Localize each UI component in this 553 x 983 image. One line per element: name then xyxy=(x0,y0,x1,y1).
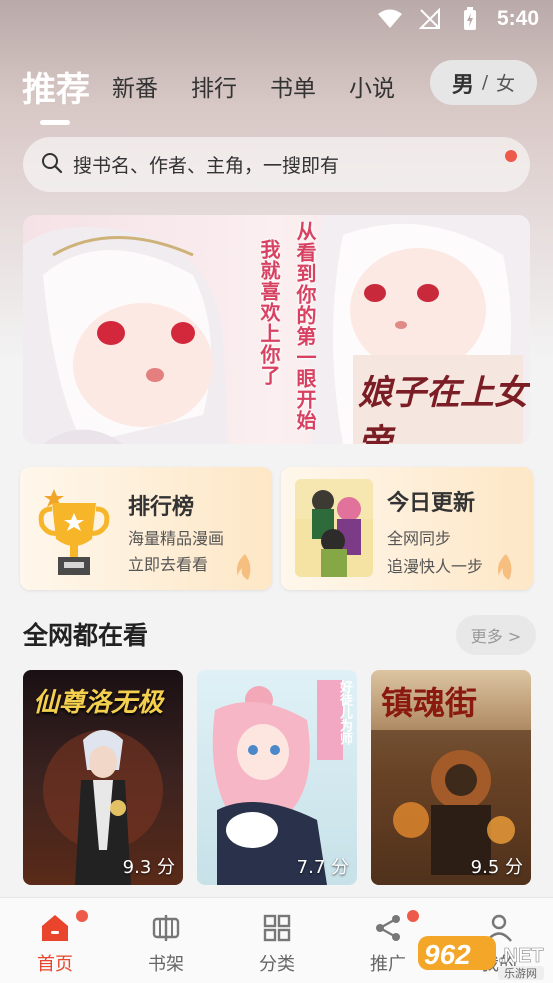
watermark-graphic: 962 .NET 乐游网 xyxy=(418,936,544,980)
book-title: 好徒儿为师 xyxy=(337,680,352,745)
book-title: 仙尊洛无极 xyxy=(33,688,164,718)
banner-slogan-1: 从看到你的第一眼开始 xyxy=(293,221,317,431)
clock: 5:40 xyxy=(496,7,539,30)
search-placeholder: 搜书名、作者、主角，一搜即有 xyxy=(73,155,340,177)
bookshelf-icon xyxy=(152,915,180,941)
no-signal-icon xyxy=(417,8,443,30)
ranking-line1: 海量精品漫画 xyxy=(128,529,225,548)
tab-ranking[interactable]: 排行 xyxy=(191,69,237,103)
nav-bookshelf[interactable]: 书架 xyxy=(111,898,221,983)
gender-separator: / xyxy=(481,72,489,93)
notification-dot xyxy=(407,910,419,922)
wifi-icon xyxy=(377,8,403,30)
search-input[interactable]: 搜书名、作者、主角，一搜即有 xyxy=(23,137,530,192)
trophy-icon xyxy=(38,489,110,575)
watermark-logo: 962 .NET 乐游网 xyxy=(418,932,548,980)
flame-icon xyxy=(497,554,512,580)
flame-icon xyxy=(236,554,251,580)
nav-label-home: 首页 xyxy=(37,954,73,975)
gender-male[interactable]: 男 xyxy=(452,67,474,99)
more-button[interactable]: 更多 > xyxy=(456,615,536,655)
ranking-line2: 立即去看看 xyxy=(128,555,209,574)
book-card[interactable]: 仙尊洛无极 9.3 分 xyxy=(23,670,183,885)
book-card[interactable]: 镇魂街 9.5 分 xyxy=(371,670,531,885)
tab-recommend[interactable]: 推荐 xyxy=(22,62,90,125)
tab-new[interactable]: 新番 xyxy=(112,69,158,103)
ranking-title: 排行榜 xyxy=(128,495,195,520)
nav-label-category: 分类 xyxy=(259,954,295,975)
book-title: 镇魂街 xyxy=(381,684,478,722)
today-title: 今日更新 xyxy=(387,491,476,516)
category-icon xyxy=(263,914,291,942)
home-icon xyxy=(42,915,68,941)
status-bar: 5:40 xyxy=(0,0,553,38)
watermark-suffix: .NET xyxy=(498,945,544,967)
notification-dot xyxy=(505,150,517,162)
share-icon xyxy=(376,915,400,941)
watermark-number: 962 xyxy=(424,939,471,970)
watermark-sub: 乐游网 xyxy=(504,967,537,980)
gender-female[interactable]: 女 xyxy=(496,69,515,96)
notification-dot xyxy=(76,910,88,922)
book-score: 9.5 分 xyxy=(470,857,523,878)
section-title: 全网都在看 xyxy=(23,621,149,650)
today-update-card[interactable]: 今日更新 全网同步 追漫快人一步 xyxy=(281,467,533,590)
nav-category[interactable]: 分类 xyxy=(222,898,332,983)
banner-slogan-2: 我就喜欢上你了 xyxy=(257,239,281,386)
gender-toggle[interactable]: 男 / 女 xyxy=(430,60,537,105)
ranking-card[interactable]: 排行榜 海量精品漫画 立即去看看 xyxy=(20,467,272,590)
promo-banner[interactable]: 从看到你的第一眼开始 我就喜欢上你了 娘子在上女帝 xyxy=(23,215,530,444)
book-score: 7.7 分 xyxy=(296,857,349,878)
nav-label-promote: 推广 xyxy=(370,954,406,975)
nav-home[interactable]: 首页 xyxy=(0,898,110,983)
battery-charging-icon xyxy=(457,7,483,30)
search-icon xyxy=(41,152,63,178)
banner-logo: 娘子在上女帝 xyxy=(358,373,528,444)
tab-novel[interactable]: 小说 xyxy=(349,69,395,103)
today-update-thumbnail xyxy=(295,479,373,577)
nav-label-bookshelf: 书架 xyxy=(148,954,184,975)
today-line2: 追漫快人一步 xyxy=(387,557,484,576)
book-score: 9.3 分 xyxy=(122,857,175,878)
book-card[interactable]: 好徒儿为师 7.7 分 xyxy=(197,670,357,885)
today-line1: 全网同步 xyxy=(387,529,452,548)
tab-booklist[interactable]: 书单 xyxy=(270,69,316,103)
